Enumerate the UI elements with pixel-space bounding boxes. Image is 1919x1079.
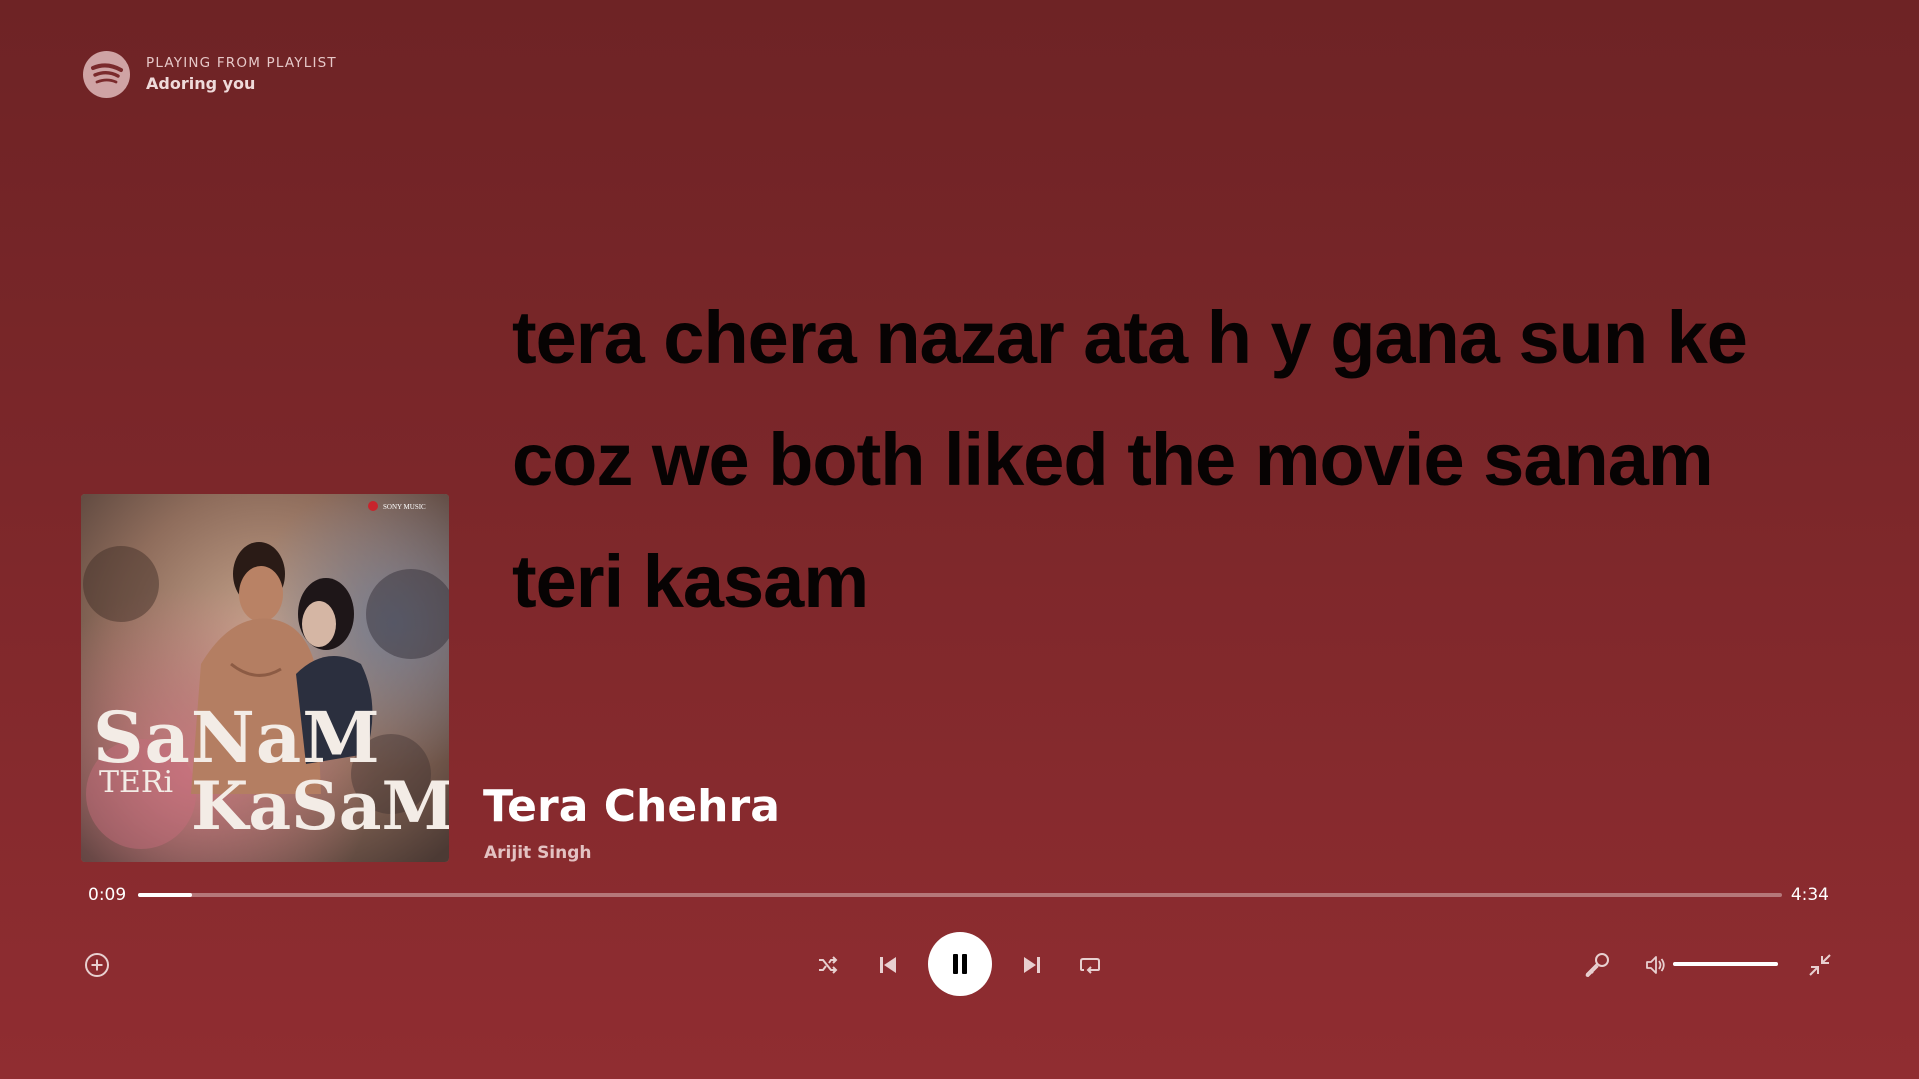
context-text: PLAYING FROM PLAYLIST Adoring you — [146, 54, 337, 95]
shuffle-icon — [819, 956, 838, 974]
lyric-line[interactable]: teri kasam — [512, 521, 1852, 643]
volume-slider[interactable] — [1673, 962, 1778, 966]
cover-title-text: TERi — [99, 765, 173, 800]
elapsed-time: 0:09 — [88, 885, 127, 905]
volume-icon — [1646, 956, 1665, 974]
lyric-line[interactable]: coz we both liked the movie sanam — [512, 399, 1852, 521]
microphone-icon — [1585, 953, 1609, 978]
repeat-icon — [1080, 958, 1100, 974]
album-cover[interactable]: SONY MUSIC SaNaM TERi KaSaM — [81, 494, 449, 862]
volume-button[interactable] — [1642, 951, 1670, 979]
add-to-playlist-button[interactable] — [82, 950, 112, 980]
pause-button[interactable] — [928, 932, 992, 996]
progress-bar-fill — [138, 893, 193, 897]
lyrics-panel: tera chera nazar ata h y gana sun ke coz… — [512, 277, 1852, 643]
playlist-name-link[interactable]: Adoring you — [146, 73, 337, 95]
volume-slider-fill — [1673, 962, 1778, 966]
progress-bar[interactable] — [138, 893, 1782, 897]
total-time: 4:34 — [1790, 885, 1829, 905]
previous-button[interactable] — [874, 951, 902, 979]
lyrics-button[interactable] — [1581, 949, 1613, 981]
next-button[interactable] — [1018, 951, 1046, 979]
skip-next-icon — [1024, 957, 1040, 973]
spotify-logo-icon — [83, 51, 130, 98]
now-playing-context[interactable]: PLAYING FROM PLAYLIST Adoring you — [83, 51, 337, 98]
cover-title-text: KaSaM — [191, 767, 449, 845]
repeat-button[interactable] — [1076, 951, 1104, 979]
shuffle-button[interactable] — [814, 951, 842, 979]
track-artist[interactable]: Arijit Singh — [484, 841, 592, 865]
cover-label-text: SONY MUSIC — [383, 503, 426, 511]
exit-fullscreen-icon — [1809, 954, 1831, 976]
track-title[interactable]: Tera Chehra — [483, 778, 780, 836]
skip-previous-icon — [880, 957, 896, 973]
add-circle-icon — [85, 953, 109, 977]
lyric-line[interactable]: tera chera nazar ata h y gana sun ke — [512, 277, 1852, 399]
context-type-label: PLAYING FROM PLAYLIST — [146, 55, 337, 71]
exit-fullscreen-button[interactable] — [1804, 949, 1836, 981]
pause-icon — [953, 954, 967, 974]
